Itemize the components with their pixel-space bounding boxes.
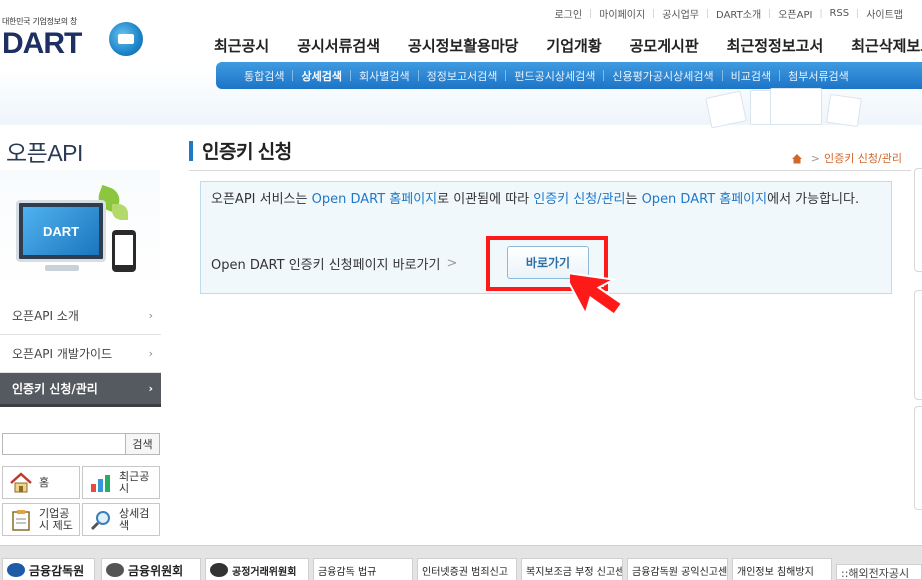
subnav-credit-rating-search[interactable]: 신용평가공시상세검색 bbox=[604, 68, 721, 84]
header: 대한민국 기업정보의 창 DART 로그인 | 마이페이지 | 공시업무 | DART… bbox=[0, 0, 922, 129]
util-openapi-link[interactable]: 오픈API bbox=[771, 6, 819, 21]
clipboard-icon bbox=[9, 509, 33, 531]
right-edge-tab[interactable] bbox=[914, 290, 922, 400]
leaf-icon bbox=[112, 204, 128, 220]
footer-link-fss[interactable]: 금융감독원 bbox=[2, 558, 95, 580]
subnav-detailed-search[interactable]: 상세검색 bbox=[293, 68, 349, 84]
page-title: 인증키 신청 bbox=[189, 137, 292, 164]
sidebar-item-label: 오픈API 소개 bbox=[12, 309, 79, 323]
subnav-compare-search[interactable]: 비교검색 bbox=[723, 68, 779, 84]
footer-link-fsc[interactable]: 금융위원회 bbox=[101, 558, 201, 580]
sidebar-visual: DART bbox=[0, 170, 160, 288]
util-login-link[interactable]: 로그인 bbox=[547, 6, 589, 21]
util-sitemap-link[interactable]: 사이트맵 bbox=[859, 6, 910, 21]
footer: 금융감독원 금융위원회 공정거래위원회 금융감독 법규 인터넷증권 범죄신고 복… bbox=[0, 545, 922, 580]
footer-link-whistleblow[interactable]: 금융감독원 공익신고센터 bbox=[627, 558, 728, 580]
sidebar-item-label: 인증키 신청/관리 bbox=[12, 382, 98, 396]
shortcut-row: Open DART 인증키 신청페이지 바로가기 > bbox=[211, 254, 467, 273]
notice-message: 오픈API 서비스는 Open DART 홈페이지로 이관됨에 따라 인증키 신… bbox=[211, 192, 860, 207]
gnb-info-usage[interactable]: 공시정보활용마당 bbox=[408, 35, 518, 56]
dart-logo[interactable]: 대한민국 기업정보의 창 DART bbox=[2, 16, 152, 66]
footer-link-ftc[interactable]: 공정거래위원회 bbox=[205, 558, 309, 580]
util-disclosure-work-link[interactable]: 공시업무 bbox=[655, 6, 706, 21]
sidebar-search-button[interactable]: 검색 bbox=[126, 433, 160, 455]
gnb-company-overview[interactable]: 기업개황 bbox=[546, 35, 601, 56]
monitor-icon: DART bbox=[16, 200, 106, 262]
home-icon bbox=[9, 471, 33, 494]
chevron-right-icon: › bbox=[148, 382, 153, 395]
gnb-document-search[interactable]: 공시서류검색 bbox=[297, 35, 380, 56]
sidebar-item-apikey[interactable]: 인증키 신청/관리 › bbox=[0, 373, 161, 407]
footer-link-crime-report[interactable]: 인터넷증권 범죄신고 bbox=[417, 558, 517, 580]
gnb-recent-disclosures[interactable]: 최근공시 bbox=[214, 35, 269, 56]
util-rss-link[interactable]: RSS bbox=[822, 8, 856, 19]
chart-icon bbox=[89, 472, 113, 494]
chevron-right-icon: › bbox=[148, 347, 153, 360]
gnb-offering-board[interactable]: 공모게시판 bbox=[630, 35, 699, 56]
shortcut-label: Open DART 인증키 신청페이지 바로가기 bbox=[211, 258, 441, 273]
gnb-recent-deletions[interactable]: 최근삭제보고서 bbox=[851, 35, 922, 56]
gnb-recent-corrections[interactable]: 최근정정보고서 bbox=[727, 35, 824, 56]
subnav-fund-search[interactable]: 펀드공시상세검색 bbox=[506, 68, 603, 84]
chevron-right-icon: > bbox=[446, 256, 458, 271]
footer-link-welfare-report[interactable]: 복지보조금 부정 신고센터 bbox=[521, 558, 623, 580]
sidebar-item-dev-guide[interactable]: 오픈API 개발가이드 › bbox=[0, 335, 161, 373]
subnav-correction-search[interactable]: 정정보고서검색 bbox=[419, 68, 506, 84]
sidebar-item-openapi-intro[interactable]: 오픈API 소개 › bbox=[0, 297, 161, 335]
quick-system-button[interactable]: 기업공시 제도 bbox=[2, 503, 80, 536]
quick-recent-button[interactable]: 최근공시 bbox=[82, 466, 160, 499]
sidebar-menu: 오픈API 소개 › 오픈API 개발가이드 › 인증키 신청/관리 › bbox=[0, 297, 161, 407]
opendart-link[interactable]: Open DART 홈페이지 bbox=[642, 192, 768, 207]
ftc-logo-icon bbox=[210, 563, 228, 577]
breadcrumb-current: 인증키 신청/관리 bbox=[823, 152, 902, 165]
sidebar-search: 검색 bbox=[2, 433, 160, 455]
subnav-attachment-search[interactable]: 첨부서류검색 bbox=[780, 68, 857, 84]
footer-link-laws[interactable]: 금융감독 법규 bbox=[313, 558, 413, 580]
home-icon[interactable] bbox=[791, 153, 803, 164]
fsc-logo-icon bbox=[106, 563, 124, 577]
right-edge-tab[interactable] bbox=[914, 406, 922, 510]
sub-nav: 통합검색 상세검색 회사별검색 정정보고서검색 펀드공시상세검색 신용평가공시상… bbox=[216, 62, 922, 89]
header-decoration bbox=[700, 88, 870, 129]
chevron-right-icon: › bbox=[148, 309, 153, 322]
subnav-company-search[interactable]: 회사별검색 bbox=[351, 68, 418, 84]
util-mypage-link[interactable]: 마이페이지 bbox=[592, 6, 652, 21]
fss-logo-icon bbox=[7, 563, 25, 577]
utility-links: 로그인 | 마이페이지 | 공시업무 | DART소개 | 오픈API | RSS | 사이… bbox=[547, 6, 910, 21]
breadcrumb: > 인증키 신청/관리 bbox=[791, 150, 902, 166]
quick-home-button[interactable]: 홈 bbox=[2, 466, 80, 499]
sidebar-title: 오픈API bbox=[6, 140, 83, 166]
right-edge-tab[interactable] bbox=[914, 168, 922, 272]
quick-detail-search-button[interactable]: 상세검색 bbox=[82, 503, 160, 536]
footer-link-privacy[interactable]: 개인정보 침해방지 bbox=[732, 558, 832, 580]
opendart-link[interactable]: Open DART 홈페이지 bbox=[312, 192, 438, 207]
overseas-disclosure-link[interactable]: ::해외전자공시 bbox=[836, 564, 922, 580]
main-nav: 최근공시 공시서류검색 공시정보활용마당 기업개황 공모게시판 최근정정보고서 … bbox=[214, 35, 922, 56]
apikey-manage-text: 인증키 신청/관리 bbox=[533, 192, 626, 207]
subnav-integrated-search[interactable]: 통합검색 bbox=[236, 68, 292, 84]
cursor-arrow-icon bbox=[561, 252, 636, 324]
monitor-screen-text: DART bbox=[23, 207, 99, 255]
sidebar-search-input[interactable] bbox=[2, 433, 126, 455]
phone-icon bbox=[112, 230, 136, 272]
sidebar-item-label: 오픈API 개발가이드 bbox=[12, 347, 113, 361]
magnifier-icon bbox=[89, 509, 113, 531]
util-about-link[interactable]: DART소개 bbox=[709, 6, 768, 21]
logo-globe-icon bbox=[109, 22, 143, 56]
